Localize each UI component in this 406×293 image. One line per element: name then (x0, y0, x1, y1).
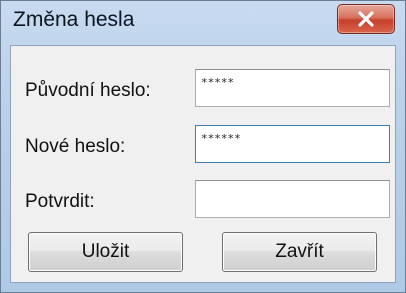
new-password-label: Nové heslo: (25, 136, 126, 157)
close-button[interactable]: Zavřít (222, 232, 377, 272)
confirm-password-field[interactable] (195, 180, 390, 218)
original-password-label: Původní heslo: (25, 80, 151, 101)
new-password-field[interactable]: ****** (195, 125, 390, 163)
close-icon (358, 11, 374, 27)
close-window-button[interactable] (337, 4, 395, 34)
confirm-password-label: Potvrdit: (25, 191, 95, 212)
save-button[interactable]: Uložit (28, 232, 183, 272)
original-password-field[interactable]: ***** (195, 69, 390, 107)
dialog-window: Změna hesla Původní heslo: ***** Nové he… (0, 0, 406, 293)
window-title: Změna hesla (13, 8, 135, 31)
dialog-content: Původní heslo: ***** Nové heslo: ****** … (10, 45, 396, 283)
title-bar[interactable]: Změna hesla (1, 1, 405, 45)
